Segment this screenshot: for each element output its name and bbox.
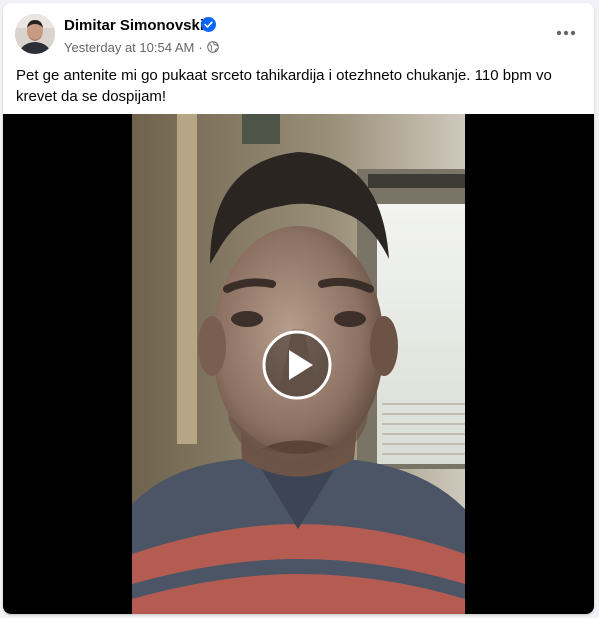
play-button[interactable] (262, 330, 332, 400)
video-player[interactable] (3, 114, 594, 614)
post-text: Pet ge antenite mi go pukaat srceto tahi… (16, 67, 552, 105)
author-name[interactable]: Dimitar Simonovski (64, 17, 204, 34)
post-card: Dimitar Simonovski Yesterday at 10:54 AM… (3, 3, 594, 614)
more-horizontal-icon (556, 30, 576, 36)
play-icon (262, 330, 332, 400)
post-meta: Yesterday at 10:54 AM · (64, 39, 219, 55)
meta-separator: · (198, 39, 203, 55)
post-header: Dimitar Simonovski Yesterday at 10:54 AM… (3, 3, 594, 61)
verified-badge-icon (201, 17, 216, 32)
user-avatar-icon (15, 14, 55, 54)
globe-icon[interactable] (206, 41, 219, 53)
post-timestamp[interactable]: Yesterday at 10:54 AM (64, 40, 194, 55)
post-options-button[interactable] (550, 17, 582, 49)
author-avatar[interactable] (15, 14, 55, 54)
